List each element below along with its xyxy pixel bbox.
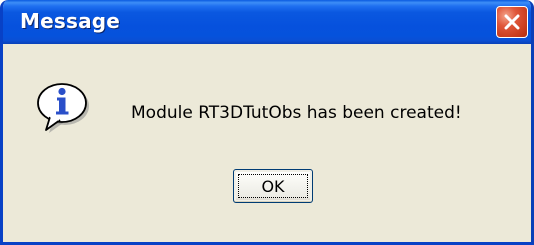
information-icon [33,80,95,136]
dialog-title: Message [20,9,121,33]
ok-button-label: OK [238,174,308,198]
ok-button[interactable]: OK [233,169,313,203]
message-text: Module RT3DTutObs has been created! [131,103,462,123]
message-dialog: Message Module RT3DTutObs has been creat… [0,0,534,245]
close-icon [504,14,520,30]
dialog-body: Module RT3DTutObs has been created! OK [3,44,531,242]
title-bar[interactable]: Message [3,0,531,44]
close-button[interactable] [496,6,528,38]
